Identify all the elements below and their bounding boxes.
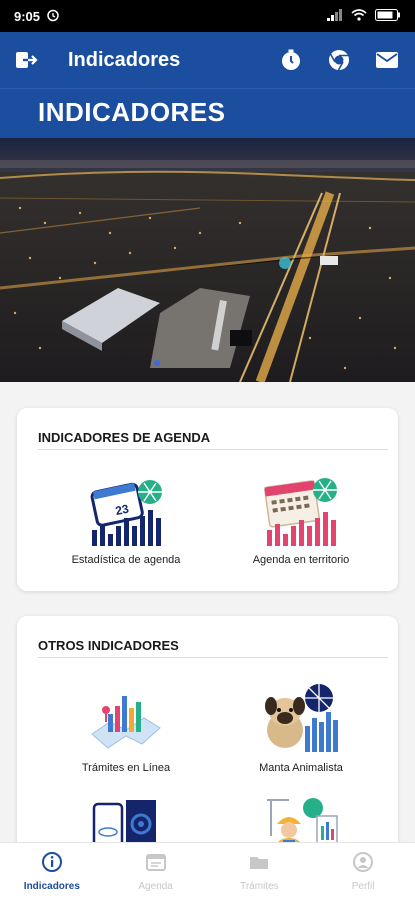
calendar-territory-icon [216,474,386,550]
profile-icon [352,851,374,878]
nav-label: Perfil [351,881,375,892]
app-bar: Indicadores [0,32,415,88]
agenda-statistics-tile[interactable]: 23 Estadística de agenda [41,474,211,566]
alarm-icon [46,8,60,25]
nav-label: Agenda [138,881,173,892]
page-header: INDICADORES [0,88,415,138]
timer-icon[interactable] [277,46,305,74]
online-procedures-tile[interactable]: Trámites en Línea [41,682,211,774]
tile-label: Estadística de agenda [71,554,181,566]
divider [38,449,388,450]
battery-icon [375,8,401,24]
bottom-navigation: Indicadores Agenda Trámites Perfil [0,842,415,900]
status-bar: 9:05 [0,0,415,32]
manta-animalista-tile[interactable]: Manta Animalista [216,682,386,774]
app-title: Indicadores [68,48,181,71]
nav-label: Trámites [240,881,279,892]
other-section-title: OTROS INDICADORES [38,638,179,653]
dog-stats-icon [216,682,386,758]
nav-agenda[interactable]: Agenda [104,843,208,900]
nav-label: Indicadores [23,881,80,892]
page-title: INDICADORES [38,97,226,127]
tile-label: Agenda en territorio [252,554,350,566]
tile-label: Trámites en Línea [81,762,171,774]
hero-image [0,138,415,382]
mail-icon[interactable] [373,46,401,74]
agenda-territory-tile[interactable]: Agenda en territorio [216,474,386,566]
agenda-section-title: INDICADORES DE AGENDA [38,430,211,445]
folder-icon [248,851,270,878]
divider [38,657,388,658]
logout-icon[interactable] [14,48,38,72]
browser-icon[interactable] [325,46,353,74]
calendar-stats-icon: 23 [41,474,211,550]
calendar-icon [145,851,167,878]
nav-tramites[interactable]: Trámites [208,843,312,900]
wifi-icon [351,8,367,24]
nav-indicadores[interactable]: Indicadores [0,843,104,900]
agenda-indicators-card: INDICADORES DE AGENDA 23 Estadística de [17,408,398,591]
other-indicators-card: OTROS INDICADORES Trámites en Línea Mant… [17,616,398,866]
info-icon [41,851,63,878]
nav-perfil[interactable]: Perfil [311,843,415,900]
signal-icon [327,8,343,24]
tile-label: Manta Animalista [259,762,343,774]
online-procedures-icon [41,682,211,758]
status-time: 9:05 [14,8,41,24]
